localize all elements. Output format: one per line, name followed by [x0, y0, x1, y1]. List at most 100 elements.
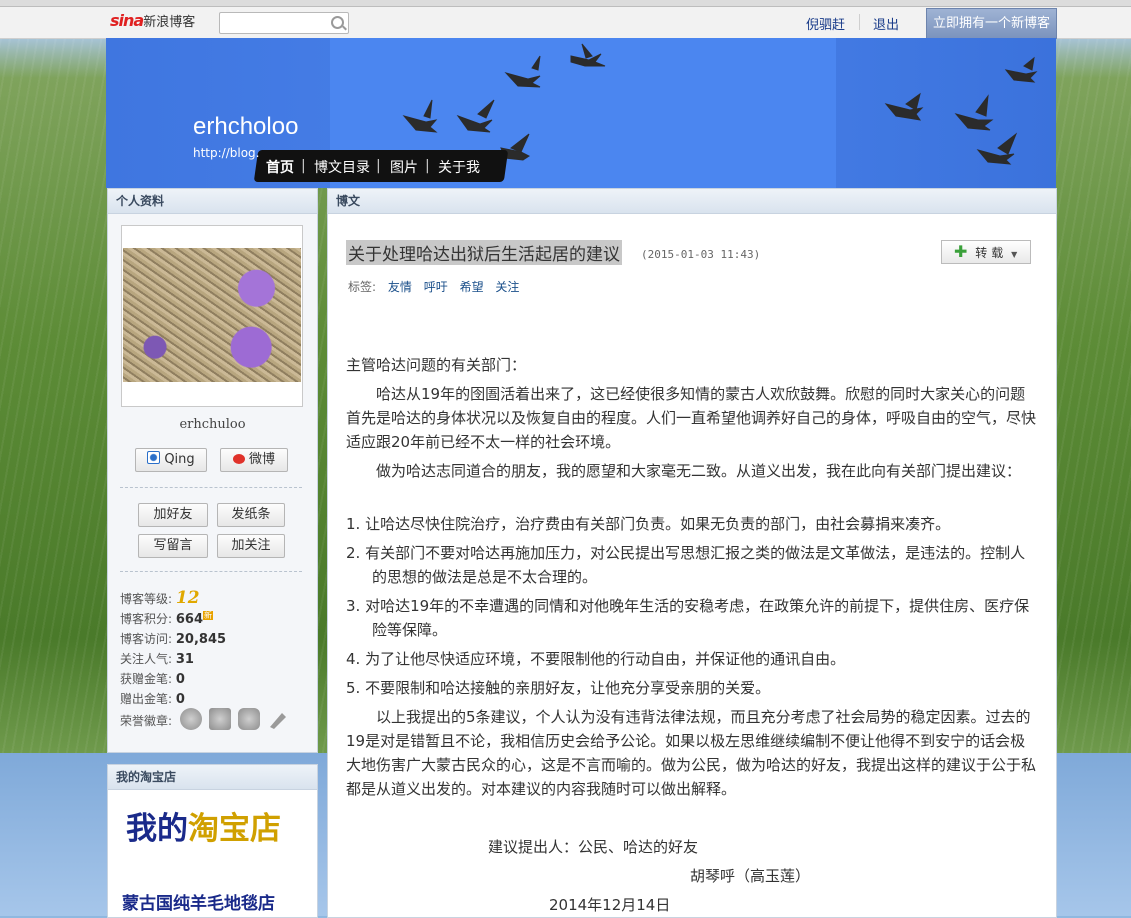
stat-honor-badges: 荣誉徽章: — [120, 712, 172, 729]
pen-badge-icon[interactable] — [267, 708, 289, 730]
tag-link[interactable]: 希望 — [460, 280, 484, 294]
list-item: 5. 不要限制和哈达接触的亲朋好友，让他充分享受亲朋的关爱。 — [346, 679, 771, 697]
search-input[interactable] — [223, 14, 327, 34]
sina-blog-logo[interactable]: sina新浪博客 — [110, 11, 195, 30]
search-icon[interactable] — [331, 16, 344, 29]
nav-article-list[interactable]: 博文目录 — [314, 157, 370, 177]
stat-points: 博客积分: 664新 — [120, 610, 214, 627]
weibo-label: 微博 — [248, 452, 275, 467]
list-item: 1. 让哈达尽快住院治疗，治疗费由有关部门负责。如果无负责的部门，由社会募捐来凑… — [346, 515, 951, 533]
top-toolbar: sina新浪博客 倪驷赶 退出 立即拥有一个新博客 — [0, 0, 1131, 39]
weibo-icon — [232, 454, 245, 464]
signer-name: 胡琴呼（高玉莲） — [690, 867, 811, 885]
tag-link[interactable]: 关注 — [495, 280, 519, 294]
article-greeting: 主管哈达问题的有关部门： — [346, 356, 527, 374]
stat-label: 博客等级: — [120, 592, 173, 606]
avatar-frame — [121, 225, 303, 407]
goose-icon — [504, 55, 541, 88]
stat-label: 博客访问: — [120, 632, 173, 646]
profile-panel: 个人资料 erhchuloo Qing 微博 加好友 发纸条 写留言 加关注 博… — [107, 188, 318, 753]
level-value[interactable]: 12 — [176, 588, 200, 608]
leave-message-button[interactable]: 写留言 — [138, 534, 208, 558]
points-value: 664 — [175, 612, 204, 627]
list-item: 2. 有关部门不要对哈达再施加压力，对公民提出写思想汇报之类的做法是文革做法，是… — [346, 544, 1026, 586]
visits-value: 20,845 — [175, 632, 227, 647]
sign-date: 2014年12月14日 — [549, 896, 671, 914]
avatar[interactable] — [123, 248, 301, 382]
goose-icon — [976, 132, 1018, 165]
taobao-panel-title: 我的淘宝店 — [108, 765, 317, 790]
logout-link[interactable]: 退出 — [873, 14, 899, 33]
signer-line: 建议提出人：公民、哈达的好友 — [488, 838, 699, 856]
divider — [120, 571, 302, 572]
goose-icon — [1004, 56, 1038, 83]
profile-username[interactable]: erhchuloo — [108, 417, 317, 432]
nav-separator: | — [376, 158, 381, 174]
follow-button[interactable]: 加关注 — [217, 534, 285, 558]
taobao-panel: 我的淘宝店 我的淘宝店 蒙古国纯羊毛地毯店 — [107, 764, 318, 918]
new-badge: 新 — [203, 611, 214, 620]
new-blog-button[interactable]: 立即拥有一个新博客 — [926, 8, 1057, 39]
nav-about[interactable]: 关于我 — [438, 157, 480, 177]
qing-button[interactable]: Qing — [135, 448, 207, 472]
profile-panel-title: 个人资料 — [108, 189, 317, 214]
article-paragraph: 以上我提出的5条建议，个人认为没有违背法律法规，而且充分考虑了社会局势的稳定因素… — [346, 708, 1037, 798]
nav-home[interactable]: 首页 — [266, 157, 294, 177]
stat-popularity: 关注人气: 31 — [120, 650, 194, 667]
article-title[interactable]: 关于处理哈达出狱后生活起居的建议 — [346, 240, 622, 265]
stat-visits: 博客访问: 20,845 — [120, 630, 226, 647]
tags-row: 标签: 友情 呼吁 希望 关注 — [348, 278, 519, 295]
article-panel-title: 博文 — [328, 189, 1056, 214]
tag-link[interactable]: 友情 — [388, 280, 412, 294]
taobao-banner[interactable]: 我的淘宝店 — [126, 803, 281, 848]
nav-separator: | — [425, 158, 430, 174]
logo-text: 新浪博客 — [143, 15, 196, 30]
list-item: 4. 为了让他尽快适应环境，不要限制他的行动自由，并保证他的通讯自由。 — [346, 650, 846, 668]
repost-label: 转载 — [975, 246, 1008, 260]
list-item: 3. 对哈达19年的不幸遭遇的同情和对他晚年生活的安稳考虑，在政策允许的前提下，… — [346, 597, 1030, 639]
stat-label: 博客积分: — [120, 612, 173, 626]
stat-pens-received: 获赠金笔: 0 — [120, 670, 185, 687]
sina-logo-mark: sina — [110, 11, 144, 30]
taobao-banner-highlight: 淘宝店 — [188, 811, 281, 847]
stat-level: 博客等级: 12 — [120, 588, 200, 608]
tag-link[interactable]: 呼吁 — [424, 280, 448, 294]
blog-title[interactable]: erhcholoo — [193, 113, 298, 141]
search-box[interactable] — [219, 12, 349, 34]
qing-label: Qing — [164, 452, 195, 467]
nav-separator: | — [301, 158, 306, 174]
stat-label: 荣誉徽章: — [120, 714, 173, 728]
goose-icon — [402, 99, 438, 133]
divider — [120, 487, 302, 488]
popularity-value: 31 — [175, 652, 194, 667]
stat-label: 赠出金笔: — [120, 692, 173, 706]
goose-icon — [456, 99, 495, 133]
browser-bookmark-strip — [0, 0, 1131, 7]
goose-icon — [570, 43, 606, 67]
blog-url[interactable]: http://blog. — [193, 146, 260, 160]
taobao-banner-text: 我的 — [126, 811, 188, 847]
article-paragraph: 做为哈达志同道合的朋友，我的愿望和大家毫无二致。从道义出发，我在此向有关部门提出… — [376, 462, 1022, 480]
goose-icon — [884, 92, 924, 121]
add-friend-button[interactable]: 加好友 — [138, 503, 208, 527]
carpet-shop-banner[interactable]: 蒙古国纯羊毛地毯店 — [122, 889, 275, 914]
user-link[interactable]: 倪驷赶 — [806, 14, 845, 33]
medal-badge-icon[interactable] — [180, 708, 202, 730]
pens-received-value: 0 — [175, 672, 185, 687]
article-date: (2015-01-03 11:43) — [641, 248, 761, 261]
chevron-down-icon: ▼ — [1011, 250, 1018, 259]
tags-label: 标签: — [348, 280, 377, 294]
nav-pictures[interactable]: 图片 — [390, 157, 418, 177]
lock-badge-icon[interactable] — [238, 708, 260, 730]
camera-badge-icon[interactable] — [209, 708, 231, 730]
stat-label: 关注人气: — [120, 652, 173, 666]
repost-button[interactable]: ✚ 转载 ▼ — [941, 240, 1031, 264]
plus-icon: ✚ — [954, 242, 968, 261]
qing-icon — [147, 451, 161, 464]
send-note-button[interactable]: 发纸条 — [217, 503, 285, 527]
stat-label: 获赠金笔: — [120, 672, 173, 686]
pens-given-value: 0 — [175, 692, 185, 707]
article-paragraph: 哈达从19年的囹圄活着出来了，这已经使很多知情的蒙古人欢欣鼓舞。欣慰的同时大家关… — [346, 385, 1037, 451]
divider — [859, 14, 860, 30]
weibo-button[interactable]: 微博 — [220, 448, 288, 472]
